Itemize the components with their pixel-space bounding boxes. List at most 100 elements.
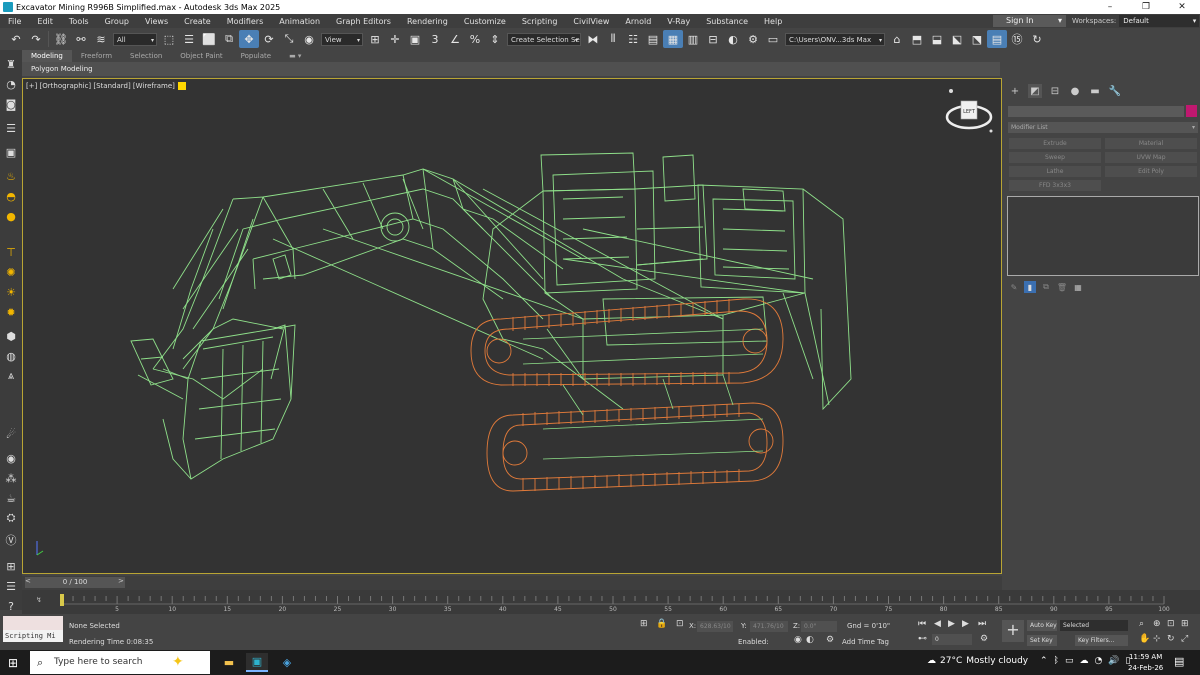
material-editor-icon[interactable]: ◐: [723, 30, 743, 48]
chevron-left-icon[interactable]: <: [25, 577, 31, 585]
modify-icon[interactable]: ◔: [3, 76, 19, 92]
viewcube-widget[interactable]: LEFT: [943, 87, 995, 139]
tab-populate[interactable]: Populate: [232, 50, 280, 62]
object-name-field[interactable]: [1008, 106, 1184, 117]
menu-graph-editors[interactable]: Graph Editors: [328, 17, 399, 26]
viewport-left[interactable]: [+] [Orthographic] [Standard] [Wireframe…: [22, 78, 1002, 574]
material-map-icon[interactable]: ⁂: [3, 470, 19, 486]
tab-selection[interactable]: Selection: [121, 50, 171, 62]
rectangular-selection-icon[interactable]: ⬜: [199, 30, 219, 48]
modifier-list-select[interactable]: Modifier List ▾: [1008, 122, 1198, 133]
toggle-ribbon-icon[interactable]: ▤: [643, 30, 663, 48]
unlink-icon[interactable]: ⚯: [71, 30, 91, 48]
menu-icon[interactable]: ☰: [3, 578, 19, 594]
menu-vray[interactable]: V-Ray: [659, 17, 698, 26]
schematic-view-icon[interactable]: ⊟: [703, 30, 723, 48]
wifi-icon[interactable]: ◔: [1094, 656, 1102, 666]
menu-scripting[interactable]: Scripting: [514, 17, 566, 26]
object-color-swatch[interactable]: [1186, 105, 1197, 117]
tab-freeform[interactable]: Freeform: [72, 50, 121, 62]
refresh-icon[interactable]: ↻: [1027, 30, 1047, 48]
snaps-toggle-icon[interactable]: 3: [425, 30, 445, 48]
camera-icon[interactable]: ◙: [3, 96, 19, 112]
polygon-modeling-label[interactable]: Polygon Modeling: [22, 65, 93, 73]
menu-customize[interactable]: Customize: [456, 17, 514, 26]
pin-stack-icon[interactable]: ✎: [1008, 281, 1020, 293]
go-to-end-icon[interactable]: ⏭: [978, 619, 986, 629]
redo-icon[interactable]: ↷: [26, 30, 46, 48]
3ds-max-icon[interactable]: ▣: [246, 653, 268, 672]
menu-file[interactable]: File: [0, 17, 29, 26]
menu-edit[interactable]: Edit: [29, 17, 61, 26]
pan-icon[interactable]: ⊹: [1153, 634, 1161, 644]
field-of-view-icon[interactable]: ✋: [1139, 634, 1150, 644]
time-slider-knob[interactable]: 0 / 100: [25, 577, 125, 588]
selection-lock-icon[interactable]: 🔒: [656, 619, 667, 629]
sphere-light-icon[interactable]: ●: [3, 208, 19, 224]
excavator-wireframe-model[interactable]: [23, 79, 1001, 573]
track-bar[interactable]: 5 10 15 20 25 30 35 40 45 50 55 60 65 70 75 80 85 90 95 100…: [22, 590, 1200, 614]
ribbon-options-icon[interactable]: ▬ ▾: [280, 50, 310, 62]
lathe-button[interactable]: Lathe: [1009, 166, 1101, 177]
rotate-icon[interactable]: ⟳: [259, 30, 279, 48]
menu-group[interactable]: Group: [97, 17, 137, 26]
vray-icon[interactable]: ⬔: [967, 30, 987, 48]
battery-icon[interactable]: ▭: [1065, 656, 1074, 666]
maxscript-input[interactable]: Scripting Mi: [3, 630, 63, 642]
hemisphere-icon[interactable]: ◓: [3, 188, 19, 204]
menu-rendering[interactable]: Rendering: [399, 17, 456, 26]
geosphere-icon[interactable]: ◍: [3, 348, 19, 364]
spinner-snap-icon[interactable]: ⇕: [485, 30, 505, 48]
vray-logo-icon[interactable]: Ⓥ: [3, 532, 19, 548]
previous-frame-icon[interactable]: ◀: [934, 619, 941, 629]
add-time-tag-icon[interactable]: ⚙: [826, 635, 834, 645]
track-bar-ruler[interactable]: 5 10 15 20 25 30 35 40 45 50 55 60 65 70 75 80 85 90 95 100…: [22, 590, 1200, 614]
create-tab-icon[interactable]: +: [1008, 84, 1022, 98]
absolute-mode-icon[interactable]: ⊡: [676, 619, 684, 629]
key-filters-button[interactable]: Key Filters...: [1075, 635, 1128, 646]
zoom-extents-icon[interactable]: ⊡: [1167, 619, 1175, 629]
undo-icon[interactable]: ↶: [6, 30, 26, 48]
project-folder-icon[interactable]: ⌂: [887, 30, 907, 48]
environment-icon[interactable]: ⛭: [3, 510, 19, 526]
remove-modifier-icon[interactable]: 🗑: [1056, 281, 1068, 293]
play-icon[interactable]: ▶: [948, 619, 955, 629]
weather-widget[interactable]: ☁ 27°C Mostly cloudy: [927, 656, 1028, 666]
copilot-sparkle-icon[interactable]: ✦: [172, 651, 184, 674]
render-frame-window-icon[interactable]: ⬕: [947, 30, 967, 48]
menu-arnold[interactable]: Arnold: [617, 17, 659, 26]
select-object-icon[interactable]: ⬚: [159, 30, 179, 48]
taskbar-search-box[interactable]: ⌕ Type here to search ✦: [30, 651, 210, 674]
material-sphere-icon[interactable]: ◉: [3, 450, 19, 466]
render-iterative-icon[interactable]: ⬓: [927, 30, 947, 48]
render-production-icon[interactable]: ⬒: [907, 30, 927, 48]
named-selection-select[interactable]: Create Selection Se ▾: [507, 32, 581, 46]
orbit-icon[interactable]: ↻: [1167, 634, 1175, 644]
volume-icon[interactable]: 🔊: [1108, 656, 1119, 666]
key-mode-icon[interactable]: ⊷: [918, 634, 927, 644]
menu-animation[interactable]: Animation: [271, 17, 328, 26]
sun-icon[interactable]: ☀: [3, 284, 19, 300]
scale-icon[interactable]: ⤡: [279, 30, 299, 48]
box-icon[interactable]: ⬢: [3, 328, 19, 344]
x-coordinate-field[interactable]: 628.63/10: [697, 621, 733, 632]
autodesk-account-icon[interactable]: ⑮: [1007, 30, 1027, 48]
sweep-button[interactable]: Sweep: [1009, 152, 1101, 163]
keyboard-shortcut-icon[interactable]: ▣: [405, 30, 425, 48]
select-by-name-icon[interactable]: ☰: [179, 30, 199, 48]
placement-icon[interactable]: ◉: [299, 30, 319, 48]
file-explorer-icon[interactable]: ▬: [218, 653, 240, 672]
edit-poly-button[interactable]: Edit Poly: [1105, 166, 1197, 177]
rendered-frame-icon[interactable]: ▭: [763, 30, 783, 48]
next-frame-icon[interactable]: ▶: [962, 619, 969, 629]
minimize-button[interactable]: –: [1092, 0, 1128, 14]
go-to-start-icon[interactable]: ⏮: [918, 619, 926, 629]
tab-modeling[interactable]: Modeling: [22, 50, 72, 62]
current-frame-field[interactable]: 0: [932, 634, 972, 645]
scene-explorer-icon[interactable]: ▦: [663, 30, 683, 48]
lamp-icon[interactable]: ♨: [3, 168, 19, 184]
walk-through-icon[interactable]: ◐: [806, 635, 814, 645]
create-icon[interactable]: ♜: [3, 56, 19, 72]
menu-create[interactable]: Create: [176, 17, 219, 26]
zoom-extents-all-icon[interactable]: ⊞: [1181, 619, 1189, 629]
